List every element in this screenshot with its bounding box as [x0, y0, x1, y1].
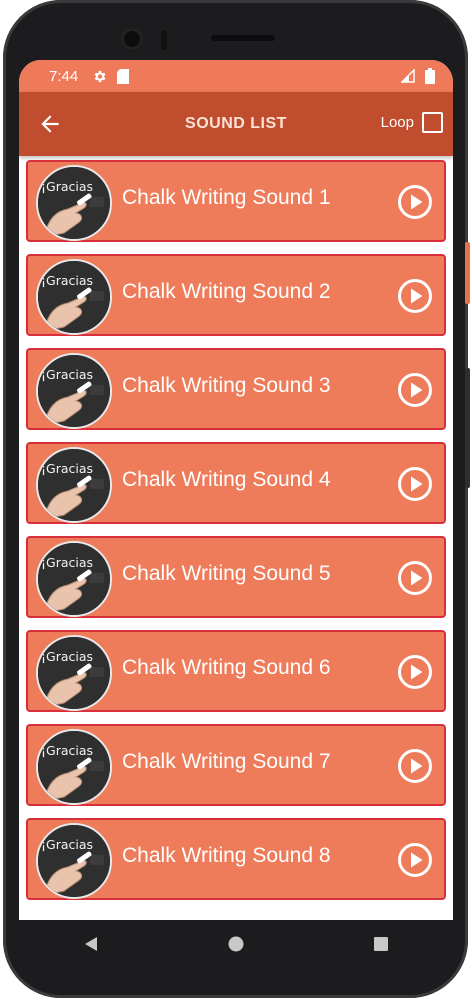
thumbnail-chalk-text: ¡Gracias	[41, 743, 93, 758]
thumbnail-chalk-text: ¡Gracias	[41, 179, 93, 194]
gear-icon	[92, 69, 107, 84]
thumbnail-chalk-text: ¡Gracias	[41, 273, 93, 288]
sound-thumbnail: ¡Gracias	[36, 541, 112, 617]
play-button[interactable]	[397, 184, 433, 220]
sound-list-item[interactable]: ¡Gracias Chalk Writing Sound 4	[26, 442, 446, 524]
battery-icon	[425, 68, 435, 84]
nav-back-button[interactable]	[67, 920, 115, 968]
sensor-slot	[161, 30, 167, 50]
sound-list-item[interactable]: ¡Gracias Chalk Writing Sound 3	[26, 348, 446, 430]
app-bar: SOUND LIST Loop	[19, 92, 453, 156]
status-bar: 7:44	[19, 60, 453, 92]
recents-square-icon	[373, 937, 388, 951]
sound-list-item[interactable]: ¡Gracias Chalk Writing Sound 5	[26, 536, 446, 618]
power-button	[465, 368, 470, 488]
sound-thumbnail: ¡Gracias	[36, 635, 112, 711]
thumbnail-chalk-text: ¡Gracias	[41, 461, 93, 476]
play-icon	[398, 373, 432, 407]
play-button[interactable]	[397, 842, 433, 878]
nav-recents-button[interactable]	[357, 920, 405, 968]
sound-title: Chalk Writing Sound 8	[122, 844, 331, 867]
play-icon	[398, 749, 432, 783]
play-button[interactable]	[397, 372, 433, 408]
back-triangle-icon	[85, 937, 98, 951]
sound-title: Chalk Writing Sound 5	[122, 562, 331, 585]
sound-thumbnail: ¡Gracias	[36, 165, 112, 241]
play-button[interactable]	[397, 654, 433, 690]
sound-list-item[interactable]: ¡Gracias Chalk Writing Sound 7	[26, 724, 446, 806]
system-nav-bar	[19, 920, 453, 968]
sound-title: Chalk Writing Sound 1	[122, 186, 331, 209]
play-button[interactable]	[397, 466, 433, 502]
thumbnail-chalk-text: ¡Gracias	[41, 555, 93, 570]
sound-list-item[interactable]: ¡Gracias Chalk Writing Sound 1	[26, 160, 446, 242]
loop-label: Loop	[380, 114, 414, 131]
sound-thumbnail: ¡Gracias	[36, 259, 112, 335]
thumbnail-chalk-text: ¡Gracias	[41, 367, 93, 382]
earpiece-speaker	[211, 35, 275, 41]
play-button[interactable]	[397, 278, 433, 314]
nav-home-button[interactable]	[212, 920, 260, 968]
volume-button	[465, 242, 470, 304]
signal-icon	[401, 69, 415, 83]
front-camera	[121, 28, 143, 50]
sound-title: Chalk Writing Sound 2	[122, 280, 331, 303]
loop-toggle[interactable]: Loop	[381, 112, 443, 133]
app-screen: 7:44 SOUND LIST Loop ¡Gracias Chalk Writi…	[19, 60, 453, 920]
home-circle-icon	[228, 936, 244, 952]
sound-list-item[interactable]: ¡Gracias Chalk Writing Sound 8	[26, 818, 446, 900]
play-icon	[398, 843, 432, 877]
sound-thumbnail: ¡Gracias	[36, 729, 112, 805]
status-time: 7:44	[49, 67, 79, 85]
play-icon	[398, 655, 432, 689]
play-icon	[398, 185, 432, 219]
sd-card-icon	[117, 68, 130, 84]
sound-title: Chalk Writing Sound 3	[122, 374, 331, 397]
sound-title: Chalk Writing Sound 6	[122, 656, 331, 679]
sound-list-item[interactable]: ¡Gracias Chalk Writing Sound 2	[26, 254, 446, 336]
sound-list-item[interactable]: ¡Gracias Chalk Writing Sound 6	[26, 630, 446, 712]
play-icon	[398, 467, 432, 501]
sound-thumbnail: ¡Gracias	[36, 353, 112, 429]
play-button[interactable]	[397, 748, 433, 784]
loop-checkbox[interactable]	[422, 112, 443, 133]
play-button[interactable]	[397, 560, 433, 596]
sound-title: Chalk Writing Sound 7	[122, 750, 331, 773]
thumbnail-chalk-text: ¡Gracias	[41, 837, 93, 852]
sound-title: Chalk Writing Sound 4	[122, 468, 331, 491]
play-icon	[398, 561, 432, 595]
sound-list: ¡Gracias Chalk Writing Sound 1 ¡Gracias Cha…	[19, 156, 453, 900]
play-icon	[398, 279, 432, 313]
sound-thumbnail: ¡Gracias	[36, 447, 112, 523]
thumbnail-chalk-text: ¡Gracias	[41, 649, 93, 664]
sound-thumbnail: ¡Gracias	[36, 823, 112, 899]
